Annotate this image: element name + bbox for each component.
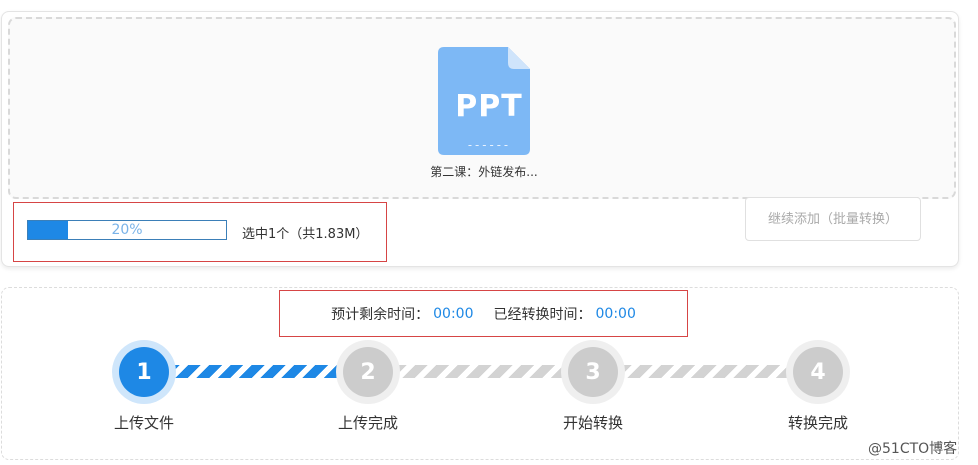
step-2: 2	[336, 340, 400, 404]
step-2-number: 2	[343, 347, 393, 397]
remaining-time-value: 00:00	[433, 305, 474, 322]
step-track-2-3	[394, 365, 572, 378]
conversion-status-panel: 预计剩余时间： 00:00 已经转换时间： 00:00 1 2 3 4 上传文件…	[1, 287, 959, 460]
step-1: 1	[112, 340, 176, 404]
file-dropzone[interactable]: PPT ------ 第二课：外链发布...	[8, 17, 956, 199]
step-4-number: 4	[793, 347, 843, 397]
step-2-label: 上传完成	[337, 414, 398, 432]
step-3: 3	[561, 340, 625, 404]
elapsed-time-label: 已经转换时间：	[493, 306, 592, 323]
step-3-label: 开始转换	[562, 414, 623, 432]
step-3-number: 3	[568, 347, 618, 397]
elapsed-time-value: 00:00	[595, 305, 636, 322]
step-1-label: 上传文件	[113, 414, 174, 432]
step-track-1-2	[167, 365, 347, 378]
remaining-time-label: 预计剩余时间：	[331, 306, 430, 323]
file-icon-dash: ------	[466, 139, 510, 151]
step-1-number: 1	[119, 347, 169, 397]
add-more-button[interactable]: 继续添加（批量转换）	[745, 197, 921, 241]
step-4-label: 转换完成	[787, 414, 848, 432]
ppt-file-icon: PPT ------	[438, 47, 530, 155]
progress-area: 20% 选中1个（共1.83M）	[13, 202, 387, 262]
selection-info: 选中1个（共1.83M）	[242, 227, 369, 242]
step-track-3-4	[619, 365, 797, 378]
progress-percent: 20%	[111, 222, 143, 238]
file-type-label: PPT	[455, 89, 523, 124]
file-tile[interactable]: PPT ------ 第二课：外链发布...	[428, 41, 540, 179]
step-4: 4	[786, 340, 850, 404]
timer-box: 预计剩余时间： 00:00 已经转换时间： 00:00	[279, 290, 688, 337]
file-name: 第二课：外链发布...	[430, 165, 538, 179]
progress-bar: 20%	[27, 220, 227, 240]
watermark: @51CTO博客	[868, 441, 958, 457]
